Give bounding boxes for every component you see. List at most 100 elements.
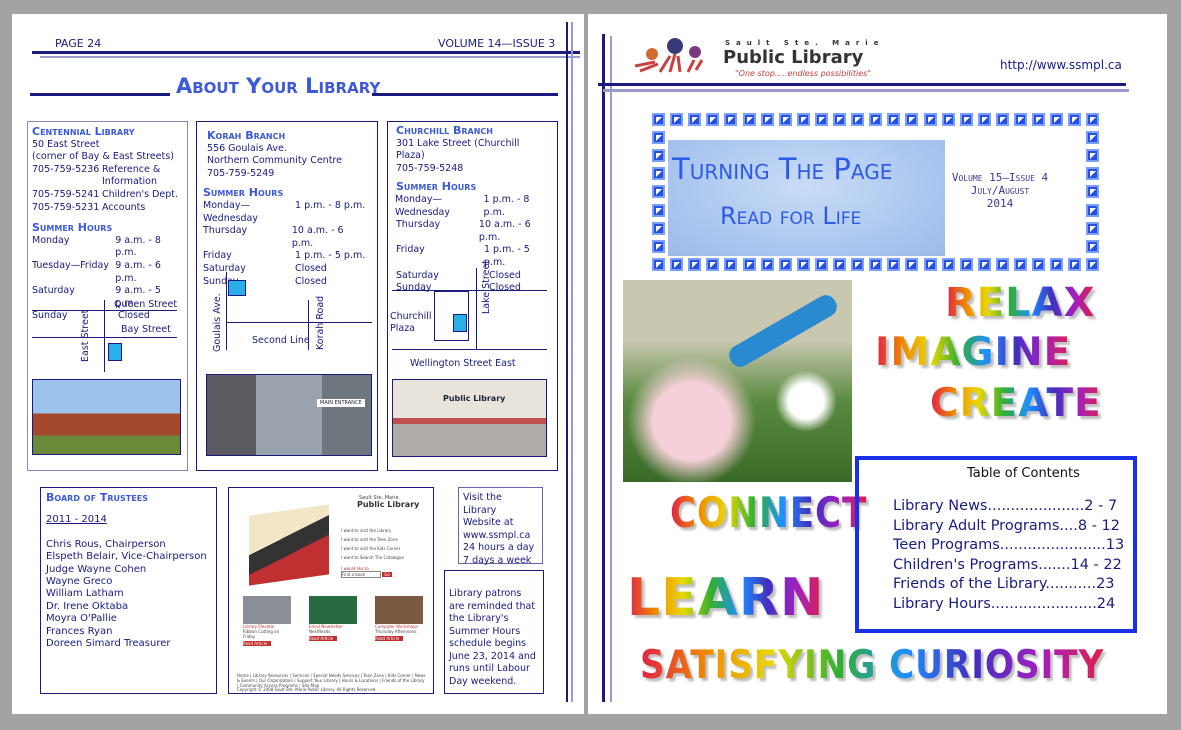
hours-heading: Summer Hours — [32, 221, 113, 235]
border-square-icon — [652, 239, 665, 253]
hours-row: Friday 1 p.m. - 5 p.m. — [396, 244, 549, 269]
border-square-icon — [887, 258, 901, 271]
text: Read Article — [243, 641, 271, 646]
text: Table of Contents — [967, 466, 1080, 481]
phone-row: 705-759-5241 Children's Dept. — [32, 189, 183, 202]
border-square-icon — [778, 113, 792, 126]
member: Judge Wayne Cohen — [46, 563, 147, 575]
border-square-icon — [977, 113, 991, 126]
toc-item[interactable]: Library News.....................2 - 7 — [893, 497, 1133, 517]
churchill-photo: Public Library — [392, 379, 547, 457]
hours-row: Monday—Wednesday 1 p.m. - 8 p.m. — [395, 194, 549, 219]
hours-row: Thursday 10 a.m. - 6 p.m. — [396, 219, 549, 244]
word-learn: LEARN — [627, 568, 825, 628]
border-square-icon — [905, 258, 919, 271]
text: East Street — [80, 309, 91, 362]
page-margin-rule-light — [610, 36, 612, 702]
board-of-trustees-box: Board of Trustees 2011 - 2014 Chris Rous… — [40, 487, 217, 694]
text: Website at — [463, 517, 514, 528]
text: Read for Life — [720, 202, 862, 230]
header-rule-light — [40, 56, 580, 58]
text: Library patrons are reminded that the Li… — [449, 588, 536, 687]
border-square-icon — [995, 258, 1009, 271]
toc-item[interactable]: Library Adult Programs....8 - 12 — [893, 517, 1133, 537]
text: Sunday — [203, 275, 239, 287]
issue-info: Volume 15—Issue 4 July/August 2014 — [950, 171, 1050, 210]
website-link[interactable]: www.ssmpl.ca — [463, 530, 538, 543]
text: Sault Ste. Marie — [725, 39, 885, 47]
border-square-icon — [941, 113, 955, 126]
text: Children's Dept. — [102, 188, 179, 200]
text: 9 a.m. - 8 p.m. — [115, 234, 161, 259]
hours-row: Sunday Closed — [32, 310, 183, 323]
border-square-icon — [1086, 239, 1099, 253]
text: Summer Hours — [396, 180, 477, 194]
website-url[interactable]: http://www.ssmpl.ca — [1000, 58, 1122, 72]
border-square-icon — [833, 113, 846, 126]
phone-row: Information — [32, 176, 183, 189]
border-square-icon — [1068, 258, 1082, 271]
border-square-icon — [833, 258, 846, 271]
border-square-icon — [995, 113, 1009, 126]
toc-item[interactable]: Teen Programs.......................13 — [893, 536, 1133, 556]
text: Turning The Page — [672, 152, 893, 186]
banner-image: Turning The Page Read for Life — [668, 140, 945, 256]
hours-row: Saturday Closed — [203, 263, 367, 276]
word-imagine: IMAGINE — [875, 330, 1072, 375]
books-image — [249, 504, 329, 586]
border-square-icon — [851, 258, 865, 271]
header-rule-light — [603, 89, 1129, 92]
korah-photo: MAIN ENTRANCE — [206, 374, 372, 456]
library-marker-icon — [108, 343, 122, 361]
border-square-icon — [652, 203, 665, 217]
hours-row: Saturday Closed — [396, 270, 549, 283]
member: Wayne Greco — [46, 576, 113, 588]
page-divider-light — [571, 22, 573, 702]
branch-name: Centennial Library — [32, 125, 135, 138]
text: Korah Road — [315, 295, 326, 350]
text: 705-759-5241 — [32, 188, 100, 200]
border-square-icon — [742, 258, 756, 271]
text: 1 p.m. - 8 p.m. — [483, 193, 530, 218]
summer-hours-notice: Library patrons are reminded that the Li… — [444, 570, 544, 694]
border-square-icon — [1086, 131, 1099, 145]
border-square-icon — [887, 113, 901, 126]
text: 10 a.m. - 6 p.m. — [291, 225, 344, 249]
border-square-icon — [1086, 185, 1099, 199]
member: William Latham — [46, 588, 124, 600]
border-square-icon — [814, 258, 828, 271]
text: Read Article — [309, 636, 337, 641]
text: 9 a.m. - 6 p.m. — [115, 259, 161, 284]
border-square-icon — [1014, 113, 1027, 126]
toc-item[interactable]: Friends of the Library...........23 — [893, 575, 1133, 595]
border-square-icon — [869, 258, 883, 271]
border-square-icon — [706, 113, 720, 126]
text: Lake Street — [481, 259, 492, 314]
text: 705-759-5231 — [32, 201, 100, 213]
text: 1 p.m. - 8 p.m. — [295, 199, 366, 211]
word-satisfying-curiosity: SATISFYING CURIOSITY — [640, 643, 1105, 688]
text: Monday — [32, 234, 70, 246]
member: Dr. Irene Oktaba — [46, 600, 129, 612]
member: Chris Rous, Chairperson — [46, 538, 166, 550]
text: 24 hours a day — [463, 542, 535, 553]
border-square-icon — [652, 149, 665, 163]
text: Home | Library Resources | Services | Sp… — [237, 673, 426, 688]
phone-row: 705-759-5231 Accounts — [32, 202, 183, 215]
volume-issue: VOLUME 14—ISSUE 3 — [438, 37, 556, 50]
header-rule — [32, 51, 580, 54]
library-marker-icon — [453, 314, 467, 332]
border-square-icon — [1050, 258, 1064, 271]
text: 705-759-5236 — [32, 163, 100, 175]
toc-item[interactable]: Library Hours.......................24 — [893, 595, 1133, 615]
text: Bay Street — [121, 324, 171, 335]
text: "One stop.....endless possibilities" — [735, 69, 872, 78]
text: Ribbon Cutting on Friday — [243, 629, 280, 639]
border-square-icon — [652, 167, 665, 181]
text: 7 days a week — [463, 554, 532, 566]
toc-item[interactable]: Children's Programs.......14 - 22 — [893, 556, 1133, 576]
border-square-icon — [1050, 113, 1064, 126]
border-square-icon — [905, 113, 919, 126]
text: Thursday — [396, 219, 441, 231]
word-relax: RELAX — [945, 280, 1096, 326]
